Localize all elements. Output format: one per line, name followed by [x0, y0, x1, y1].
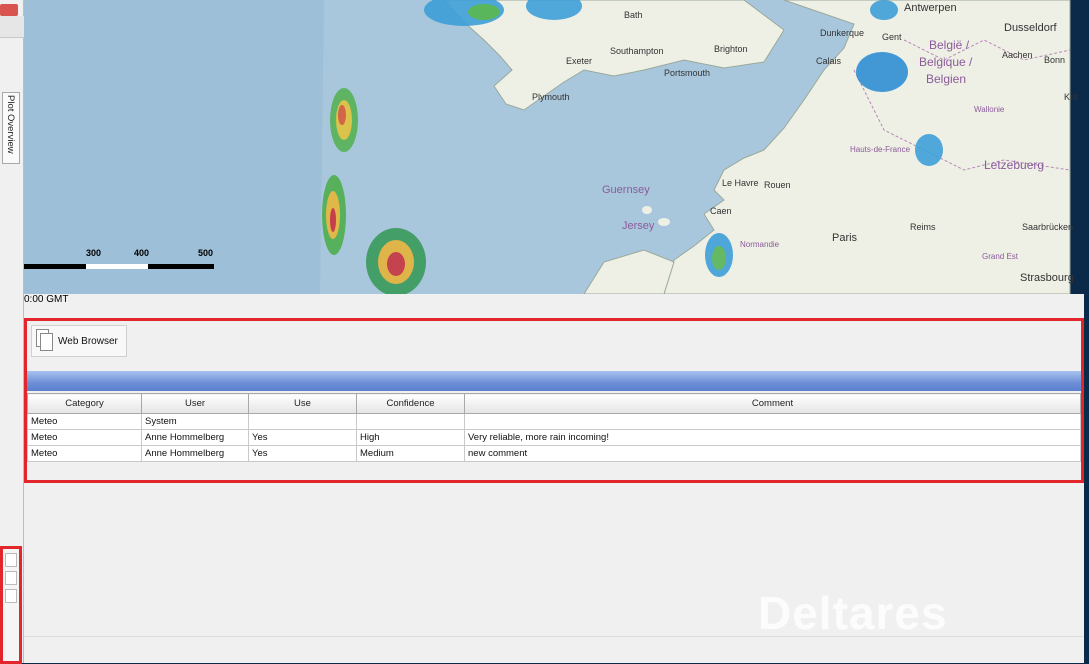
city-label: Plymouth [532, 92, 570, 102]
city-label: Strasbourg [1020, 272, 1074, 284]
table-row[interactable]: Meteo Anne Hommelberg Yes Medium new com… [27, 445, 1081, 462]
comments-table: Category User Use Confidence Comment Met… [27, 393, 1081, 462]
map-view[interactable]: Antwerpen Bath Dusseldorf Dunkerque Gent… [24, 0, 1084, 294]
city-label: Jersey [622, 220, 655, 232]
bottom-panel: 0:00 GMT Web Browser Category User Use C… [24, 294, 1084, 663]
cell-comment: new comment [464, 445, 1081, 462]
city-label: Belgien [926, 72, 967, 86]
dock-header [0, 16, 24, 38]
table-row[interactable]: Meteo Anne Hommelberg Yes High Very reli… [27, 429, 1081, 446]
city-label: Hauts-de-France [850, 145, 911, 154]
city-label: Grand Est [982, 252, 1019, 261]
cell-use: Yes [248, 429, 357, 446]
cell-use [248, 413, 357, 430]
cell-confidence: High [356, 429, 465, 446]
plot-overview-tab[interactable]: Plot Overview [2, 92, 20, 164]
column-header-confidence[interactable]: Confidence [356, 393, 465, 414]
mini-panel-row[interactable] [5, 553, 17, 567]
cell-user: Anne Hommelberg [141, 429, 249, 446]
cell-comment [464, 413, 1081, 430]
scale-tick: 500 [198, 248, 214, 258]
web-browser-label: Web Browser [58, 335, 118, 347]
close-icon[interactable] [0, 4, 18, 16]
cell-use: Yes [248, 445, 357, 462]
city-label: Rouen [764, 180, 791, 190]
city-label: Exeter [566, 56, 593, 66]
left-dock-strip: Plot Overview [0, 0, 24, 664]
cell-category: Meteo [27, 413, 142, 430]
city-label: Antwerpen [904, 2, 957, 14]
scale-tick: 300 [86, 248, 102, 258]
cell-user: System [141, 413, 249, 430]
map-canvas [24, 0, 1084, 294]
city-label: Brighton [714, 44, 748, 54]
city-label: Normandie [740, 240, 780, 249]
time-label: 0:00 GMT [24, 294, 69, 305]
city-label: Portsmouth [664, 68, 711, 78]
cell-category: Meteo [27, 445, 142, 462]
city-label: Gent [882, 32, 902, 42]
mini-panel-highlight [0, 546, 22, 664]
city-label: Letzebuerg [984, 158, 1045, 172]
scale-segment [86, 264, 148, 269]
city-label: Aachen [1002, 50, 1033, 60]
scale-segment [148, 264, 214, 269]
city-label: Reims [910, 222, 936, 232]
comments-panel: Web Browser Category User Use Confidence… [24, 318, 1084, 483]
city-label: Saarbrücken [1022, 222, 1074, 232]
documents-icon [36, 329, 54, 353]
city-label: Dunkerque [820, 28, 865, 38]
deltares-watermark: Deltares [758, 587, 948, 639]
guernsey-island [642, 206, 652, 214]
brittany-land [583, 249, 675, 294]
city-label: Bath [624, 10, 643, 20]
column-header-comment[interactable]: Comment [464, 393, 1081, 414]
mini-panel-row[interactable] [5, 571, 17, 585]
city-label: Southampton [610, 46, 664, 56]
header-band [27, 371, 1081, 391]
column-header-use[interactable]: Use [248, 393, 357, 414]
city-label: Calais [816, 56, 842, 66]
city-label: België / [929, 38, 970, 52]
city-label: Belgique / [919, 55, 973, 69]
city-label: Dusseldorf [1004, 22, 1057, 34]
city-label: Caen [710, 206, 732, 216]
jersey-island [658, 218, 670, 226]
city-label: Paris [832, 232, 858, 244]
cell-category: Meteo [27, 429, 142, 446]
scale-tick: 400 [134, 248, 150, 258]
cell-confidence: Medium [356, 445, 465, 462]
plot-overview-label: Plot Overview [5, 95, 16, 154]
city-label: Guernsey [602, 184, 650, 196]
cell-user: Anne Hommelberg [141, 445, 249, 462]
column-header-user[interactable]: User [141, 393, 249, 414]
cell-confidence [356, 413, 465, 430]
mini-panel-row[interactable] [5, 589, 17, 603]
city-label: Bonn [1044, 55, 1066, 65]
web-browser-button[interactable]: Web Browser [31, 325, 127, 357]
city-label: Wallonie [974, 105, 1005, 114]
column-header-category[interactable]: Category [27, 393, 142, 414]
table-row[interactable]: Meteo System [27, 413, 1081, 430]
cell-comment: Very reliable, more rain incoming! [464, 429, 1081, 446]
city-label: Le Havre [722, 178, 759, 188]
scale-segment [24, 264, 86, 269]
